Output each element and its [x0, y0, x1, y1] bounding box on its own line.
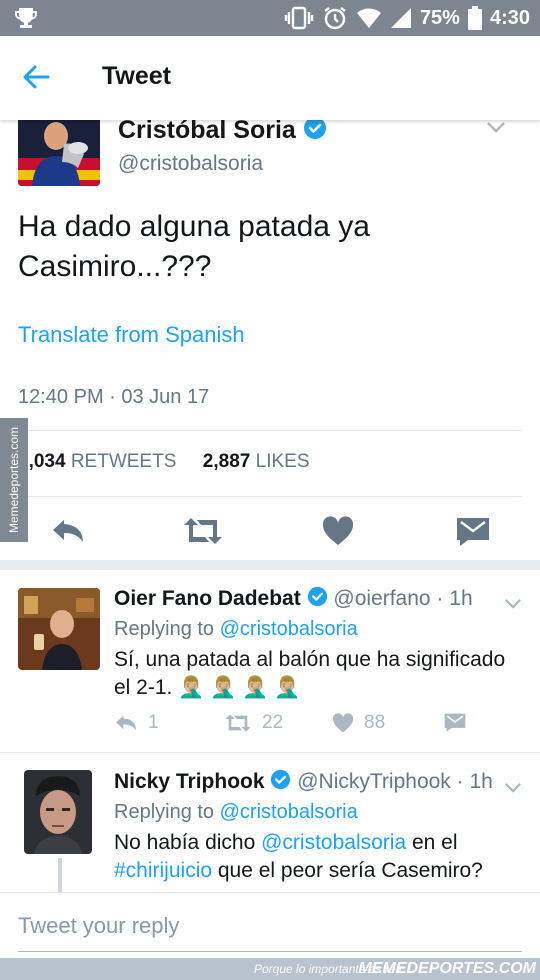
reply-author[interactable]: Nicky Triphook @NickyTriphook · 1h: [114, 769, 493, 796]
divider: [18, 430, 522, 431]
direct-message-icon[interactable]: [456, 516, 490, 551]
watermark-brand: MEMEDEPORTES.COM: [358, 960, 537, 977]
reply-text-segment: No había dicho: [114, 831, 262, 854]
alarm-icon: [322, 5, 348, 31]
reply-icon[interactable]: [50, 516, 86, 551]
reply-handle-time: @oierfano · 1h: [333, 587, 473, 611]
chevron-down-icon[interactable]: [504, 780, 522, 798]
app-header: Tweet: [0, 36, 540, 120]
battery-level: 75%: [419, 6, 460, 29]
translate-link[interactable]: Translate from Spanish: [18, 322, 245, 348]
retweets-stat[interactable]: 2,034 RETWEETS: [18, 451, 176, 472]
replying-prefix: Replying to: [114, 801, 215, 823]
reply-author-name: Nicky Triphook: [114, 770, 265, 794]
author-handle[interactable]: @cristobalsoria: [118, 152, 263, 176]
replying-to: Replying to @cristobalsoria: [114, 618, 358, 641]
like-button[interactable]: 88: [332, 712, 385, 734]
vibrate-icon: [284, 6, 314, 30]
likes-stat[interactable]: 2,887 LIKES: [203, 451, 310, 472]
bottom-watermark: Porque lo importante es reír MEMEDEPORTE…: [0, 958, 540, 980]
retweet-icon[interactable]: [182, 516, 224, 551]
reply-author-name: Oier Fano Dadebat: [114, 587, 301, 611]
like-count: 88: [364, 712, 386, 733]
chevron-down-icon[interactable]: [486, 120, 506, 138]
side-watermark-text: Memedeportes.com: [7, 426, 21, 534]
tweet-text: Ha dado alguna patada ya Casimiro...???: [18, 207, 518, 287]
retweet-button[interactable]: 22: [224, 712, 283, 734]
tweet-text-line: Casimiro...???: [18, 250, 212, 283]
reply-handle-time: @NickyTriphook · 1h: [297, 770, 493, 794]
retweets-label: RETWEETS: [70, 451, 177, 472]
reply-count: 1: [148, 712, 159, 733]
replying-to: Replying to @cristobalsoria: [114, 801, 358, 824]
replying-prefix: Replying to: [114, 618, 215, 640]
divider: [0, 752, 540, 753]
likes-label: LIKES: [255, 451, 310, 472]
status-bar: 75% 4:30: [0, 0, 540, 36]
likes-count: 2,887: [202, 451, 251, 472]
like-heart-icon[interactable]: [322, 516, 354, 551]
divider: [18, 496, 522, 497]
hashtag-link[interactable]: #chirijuicio: [114, 859, 212, 882]
battery-icon: [467, 6, 482, 30]
reply-author[interactable]: Oier Fano Dadebat @oierfano · 1h: [114, 586, 473, 613]
author-name-text: Cristóbal Soria: [118, 116, 296, 145]
reply-text: No había dicho @cristobalsoria en el #ch…: [114, 829, 524, 885]
section-separator: [0, 560, 540, 570]
reply-avatar[interactable]: [24, 770, 92, 854]
author-name[interactable]: Cristóbal Soria: [118, 116, 327, 147]
reply-avatar[interactable]: [18, 588, 100, 670]
chevron-down-icon[interactable]: [504, 596, 522, 614]
reply-text-line: el 2-1.: [114, 676, 173, 699]
thread-line: [58, 858, 62, 892]
retweet-count: 22: [262, 712, 284, 733]
verified-badge-icon: [270, 769, 291, 796]
reply-text: Sí, una patada al balón que ha significa…: [114, 646, 519, 702]
facepalm-emoji: 🤦🏼‍♂️ 🤦🏼‍♂️ 🤦🏼‍♂️ 🤦🏼‍♂️: [178, 676, 301, 699]
input-underline: [18, 951, 522, 952]
trophy-icon: [14, 7, 38, 29]
direct-message-icon[interactable]: [444, 712, 466, 732]
wifi-icon: [356, 7, 382, 29]
tweet-actions: [0, 510, 540, 556]
reply-text-line-2: #chirijuicio que el peor sería Casemiro?: [114, 857, 524, 885]
reply-text-line-1: No había dicho @cristobalsoria en el: [114, 829, 524, 857]
verified-badge-icon: [307, 586, 328, 613]
reply-text-segment: que el peor sería Casemiro?: [212, 859, 483, 882]
replying-to-link[interactable]: @cristobalsoria: [220, 801, 358, 823]
reply-button[interactable]: 1: [114, 712, 159, 734]
side-watermark: Memedeportes.com: [0, 418, 28, 542]
reply-text-line: Sí, una patada al balón que ha significa…: [114, 648, 506, 671]
tweet-stats: 2,034 RETWEETS 2,887 LIKES: [18, 451, 310, 473]
reply-text-line-2: el 2-1. 🤦🏼‍♂️ 🤦🏼‍♂️ 🤦🏼‍♂️ 🤦🏼‍♂️: [114, 674, 519, 702]
replying-to-link[interactable]: @cristobalsoria: [220, 618, 358, 640]
verified-badge-icon: [303, 116, 327, 147]
page-title: Tweet: [102, 62, 171, 90]
back-arrow-icon[interactable]: [22, 64, 50, 95]
reply-text-segment: en el: [406, 831, 458, 854]
tweet-text-line: Ha dado alguna patada ya: [18, 210, 370, 243]
mention-link[interactable]: @cristobalsoria: [261, 831, 406, 854]
tweet-timestamp: 12:40 PM · 03 Jun 17: [18, 386, 210, 408]
reply-input-placeholder[interactable]: Tweet your reply: [18, 913, 179, 939]
clock-time: 4:30: [489, 6, 530, 29]
reply-actions: 1 22 88: [114, 712, 474, 742]
signal-icon: [390, 7, 412, 29]
author-avatar[interactable]: [18, 114, 100, 186]
